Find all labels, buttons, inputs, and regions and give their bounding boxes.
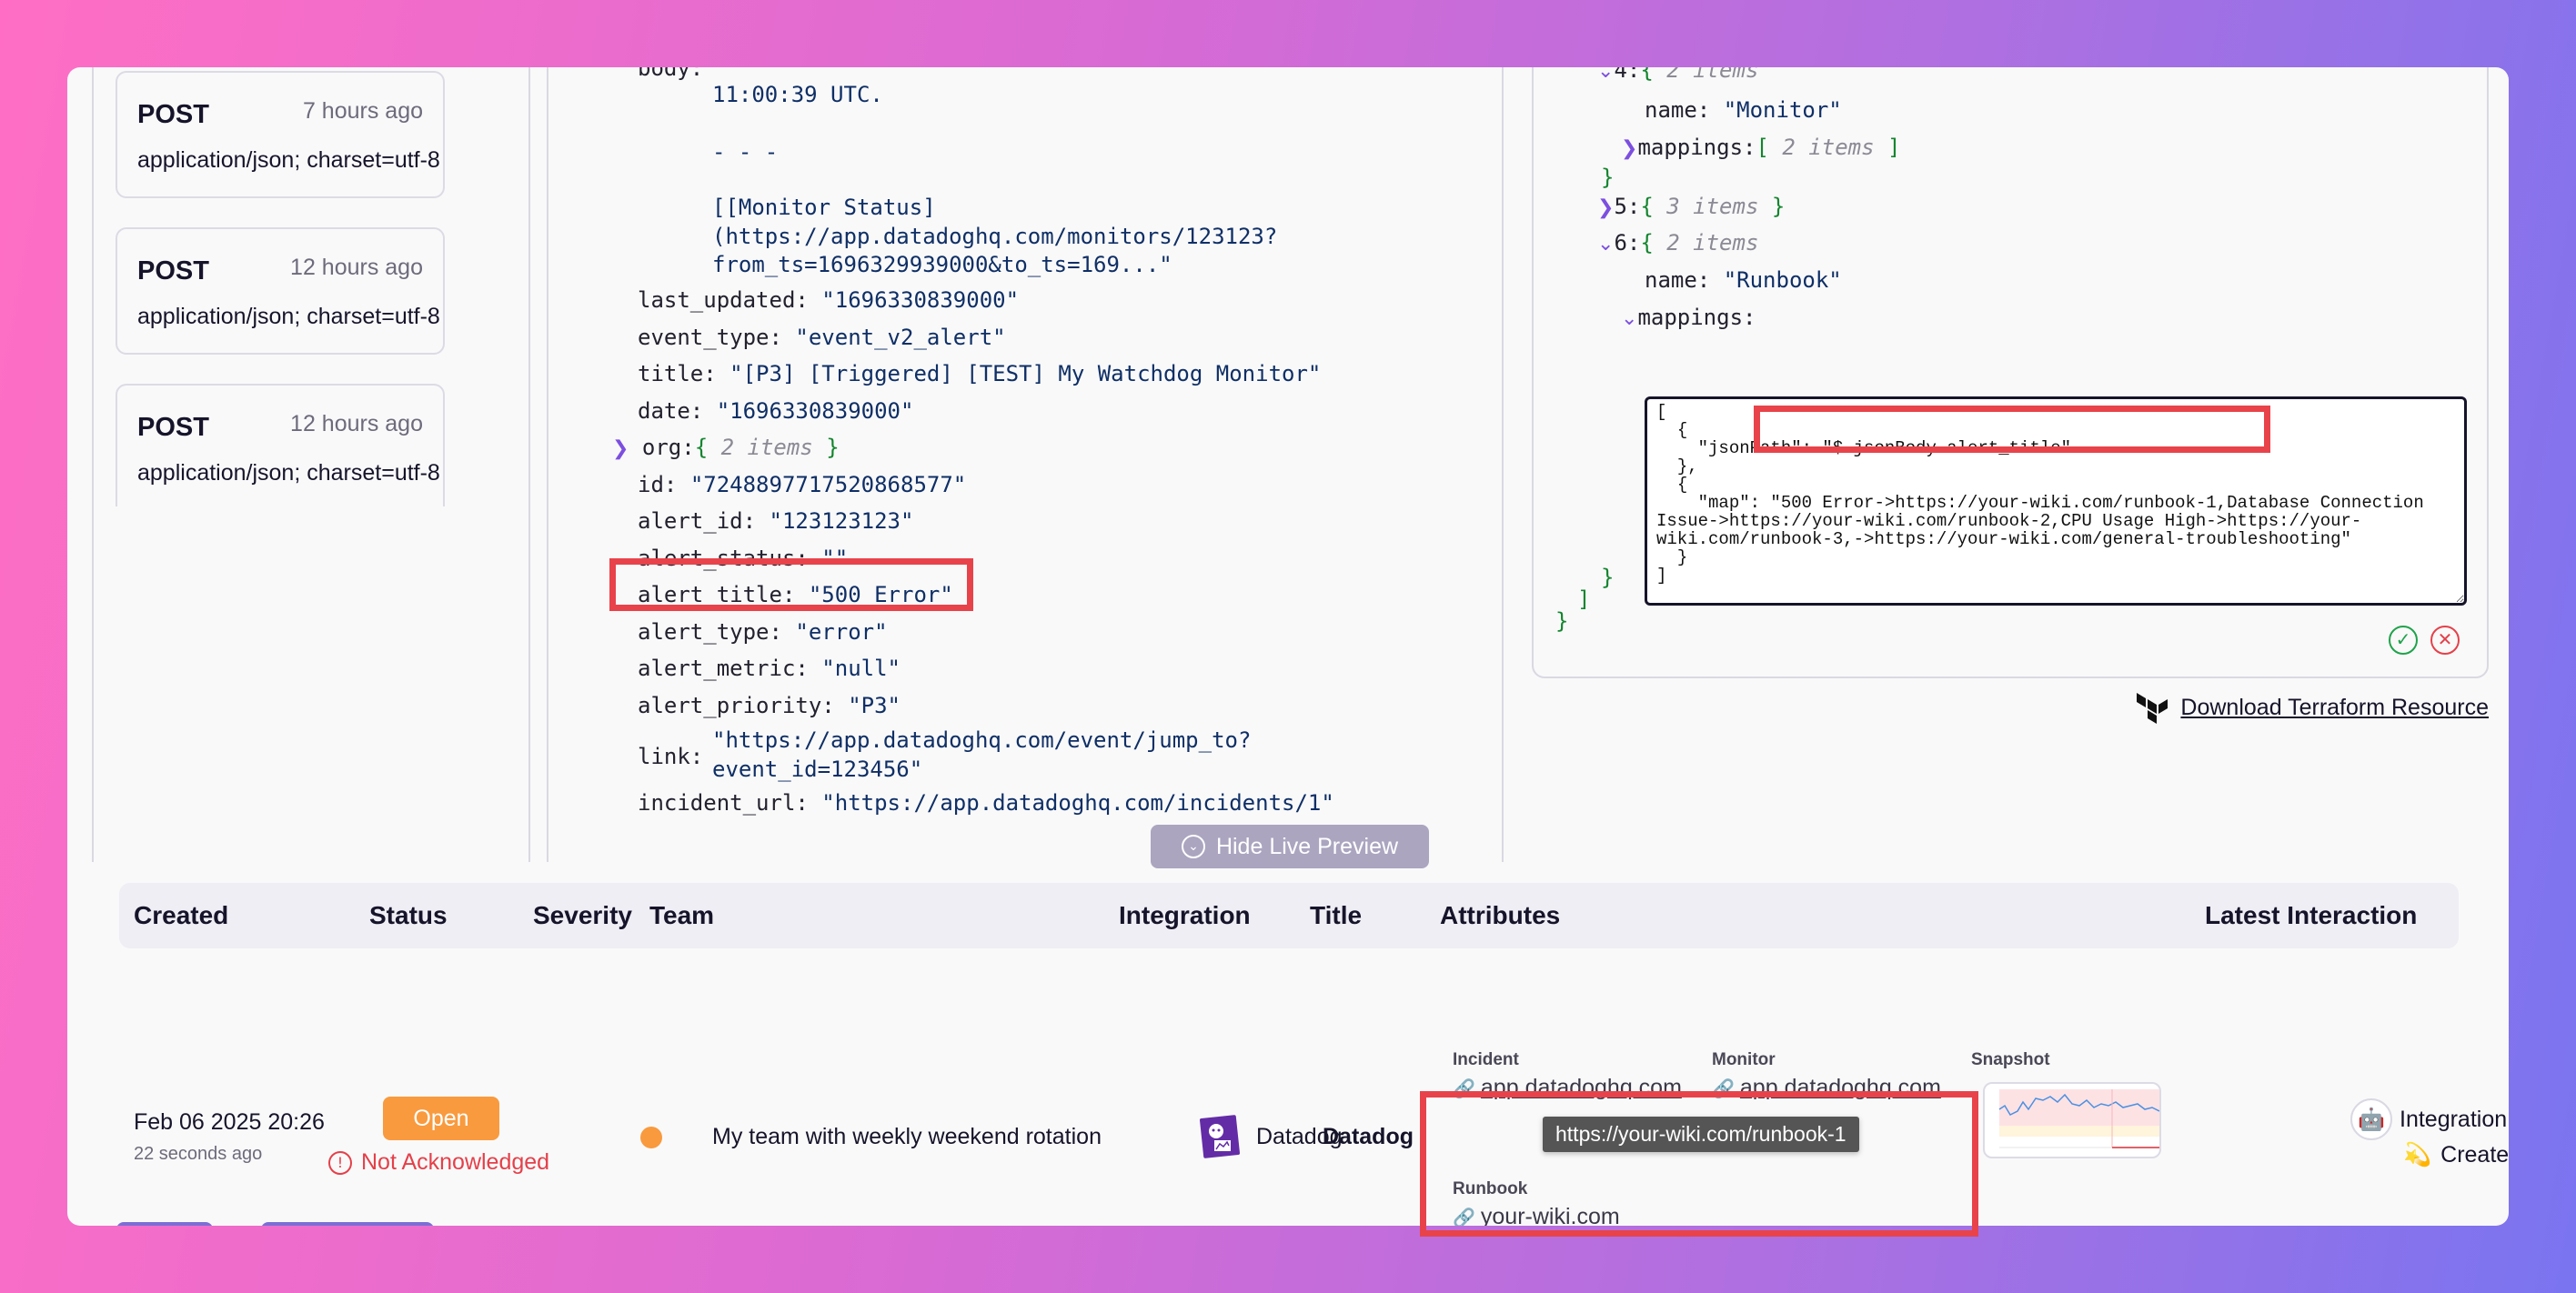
chevron-down-icon[interactable]: ⌄ bbox=[1597, 233, 1614, 256]
json-field-link-value: event_id=123456" bbox=[712, 757, 923, 782]
table-header: Created Status Severity Team Integration… bbox=[119, 883, 2459, 948]
request-time: 12 hours ago bbox=[290, 411, 423, 436]
next-row-stub bbox=[116, 1222, 213, 1226]
json-field-org[interactable]: ❯ org:{ 2 items } bbox=[612, 434, 840, 463]
json-bracket: ] bbox=[1577, 586, 1591, 612]
integration-cell: Datadog bbox=[1200, 1115, 1343, 1158]
app-panel: POST 7 hours ago application/json; chars… bbox=[67, 67, 2509, 1226]
json-field-alert-metric: alert_metric: "null" bbox=[638, 656, 901, 681]
request-item[interactable]: POST 12 hours ago application/json; char… bbox=[116, 384, 445, 506]
json-field-alert-type: alert_type: "error" bbox=[638, 619, 888, 645]
col-severity[interactable]: Severity bbox=[533, 901, 632, 930]
cancel-x-icon[interactable]: ✕ bbox=[2430, 626, 2460, 655]
chevron-down-icon[interactable]: ⌄ bbox=[1597, 67, 1614, 83]
highlight-alert-title bbox=[609, 558, 973, 611]
download-terraform-link[interactable]: Download Terraform Resource bbox=[2137, 689, 2489, 726]
incident-attr-label: Incident bbox=[1453, 1050, 1519, 1069]
json-line: 11:00:39 UTC. bbox=[712, 82, 883, 107]
chevron-right-icon[interactable]: ❯ bbox=[1621, 137, 1637, 160]
request-content-type: application/json; charset=utf-8 bbox=[137, 304, 440, 329]
config-item-6[interactable]: ⌄6:{ 2 items bbox=[1597, 229, 1758, 258]
json-brace: } bbox=[1601, 565, 1615, 590]
created-date: Feb 06 2025 20:26 bbox=[134, 1109, 325, 1135]
alert-circle-icon: ! bbox=[328, 1150, 352, 1175]
config-item-6-name: name: "Runbook" bbox=[1645, 267, 1842, 293]
json-line: - - - bbox=[712, 139, 779, 165]
config-json-viewer[interactable]: ⌄4:{ 2 items name: "Monitor" ❯mappings:[… bbox=[1532, 67, 2489, 678]
request-content-type: application/json; charset=utf-8 bbox=[137, 147, 440, 173]
json-line-body-cut: body: bbox=[638, 67, 704, 81]
ack-status-label: Not Acknowledged bbox=[361, 1149, 550, 1175]
json-line: [[Monitor Status] bbox=[712, 195, 936, 220]
json-field-link-value: "https://app.datadoghq.com/event/jump_to… bbox=[712, 727, 1252, 753]
datadog-logo-icon bbox=[1200, 1115, 1240, 1158]
json-field-id: id: "7248897717520868577" bbox=[638, 472, 967, 497]
request-item[interactable]: POST 12 hours ago application/json; char… bbox=[116, 227, 445, 355]
request-content-type: application/json; charset=utf-8 bbox=[137, 460, 440, 486]
highlight-map-rule bbox=[1754, 406, 2270, 453]
config-item-6-mappings[interactable]: ⌄mappings: bbox=[1621, 304, 1756, 333]
terraform-icon bbox=[2137, 693, 2168, 724]
col-created[interactable]: Created bbox=[134, 901, 228, 930]
snapshot-thumbnail[interactable] bbox=[1983, 1082, 2161, 1158]
payload-json-viewer[interactable]: body: 11:00:39 UTC. - - - [[Monitor Stat… bbox=[547, 67, 1504, 862]
json-field-incident-url: incident_url: "https://app.datadoghq.com… bbox=[638, 790, 1334, 816]
chevron-down-icon[interactable]: ⌄ bbox=[1621, 307, 1637, 330]
json-field-alert-priority: alert_priority: "P3" bbox=[638, 693, 901, 718]
json-line: (https://app.datadoghq.com/monitors/1231… bbox=[712, 224, 1278, 249]
col-title[interactable]: Title bbox=[1310, 901, 1362, 930]
json-field-last-updated: last_updated: "1696330839000" bbox=[638, 287, 1020, 313]
monitor-attr-label: Monitor bbox=[1712, 1050, 1776, 1069]
chevron-right-icon[interactable]: ❯ bbox=[1597, 196, 1614, 219]
config-item-5[interactable]: ❯5:{ 3 items } bbox=[1597, 193, 1785, 222]
severity-indicator bbox=[640, 1127, 662, 1148]
request-time: 7 hours ago bbox=[302, 98, 423, 124]
integration-bot-avatar: 🤖 bbox=[2350, 1098, 2392, 1140]
config-item-4-name: name: "Monitor" bbox=[1645, 97, 1842, 123]
json-brace: } bbox=[1555, 608, 1569, 634]
request-method: POST bbox=[137, 100, 209, 129]
snapshot-chart-image bbox=[1998, 1089, 2159, 1148]
chevron-right-icon[interactable]: ❯ bbox=[612, 437, 629, 460]
alert-title: Datadog bbox=[1323, 1124, 1414, 1149]
col-attributes[interactable]: Attributes bbox=[1440, 901, 1560, 930]
created-relative: 22 seconds ago bbox=[134, 1144, 263, 1164]
next-row-stub bbox=[261, 1222, 434, 1226]
config-item-4[interactable]: ⌄4:{ 2 items bbox=[1597, 67, 1758, 85]
chevron-circle-icon: ⌄ bbox=[1181, 835, 1205, 858]
request-method: POST bbox=[137, 413, 209, 442]
request-method: POST bbox=[137, 256, 209, 286]
status-badge[interactable]: Open bbox=[383, 1097, 499, 1140]
highlight-runbook-attribute bbox=[1420, 1091, 1978, 1237]
json-field-event-type: event_type: "event_v2_alert" bbox=[638, 325, 1006, 350]
created-sparkle-icon: 💫 bbox=[2403, 1142, 2432, 1168]
json-brace: } bbox=[1601, 165, 1615, 190]
latest-interaction-actor: 🤖 Integration bbox=[2350, 1098, 2507, 1140]
json-field-title: title: "[P3] [Triggered] [TEST] My Watch… bbox=[638, 361, 1322, 386]
json-field-alert-id: alert_id: "123123123" bbox=[638, 508, 914, 534]
team-name: My team with weekly weekend rotation bbox=[712, 1124, 1102, 1149]
request-item[interactable]: POST 7 hours ago application/json; chars… bbox=[116, 71, 445, 198]
json-field-date: date: "1696330839000" bbox=[638, 398, 914, 424]
col-latest-interaction[interactable]: Latest Interaction bbox=[2205, 901, 2417, 930]
request-list[interactable]: POST 7 hours ago application/json; chars… bbox=[92, 67, 530, 862]
col-integration[interactable]: Integration bbox=[1119, 901, 1251, 930]
col-status[interactable]: Status bbox=[369, 901, 448, 930]
table-row[interactable]: Feb 06 2025 20:26 22 seconds ago Open ! … bbox=[119, 958, 2509, 1226]
config-item-4-mappings[interactable]: ❯mappings:[ 2 items ] bbox=[1621, 134, 1900, 163]
ack-status: ! Not Acknowledged bbox=[328, 1149, 549, 1176]
latest-interaction-action: 💫 Created bbox=[2403, 1142, 2509, 1168]
request-time: 12 hours ago bbox=[290, 255, 423, 280]
hide-live-preview-button[interactable]: ⌄ Hide Live Preview bbox=[1151, 825, 1429, 868]
confirm-check-icon[interactable]: ✓ bbox=[2389, 626, 2418, 655]
json-line: from_ts=1696329939000&to_ts=169..." bbox=[712, 252, 1172, 277]
json-field-link-key: link: bbox=[638, 744, 704, 769]
snapshot-attr-label: Snapshot bbox=[1971, 1050, 2050, 1069]
hide-live-preview-label: Hide Live Preview bbox=[1215, 833, 1399, 859]
col-team[interactable]: Team bbox=[649, 901, 714, 930]
terraform-label: Download Terraform Resource bbox=[2180, 694, 2489, 720]
